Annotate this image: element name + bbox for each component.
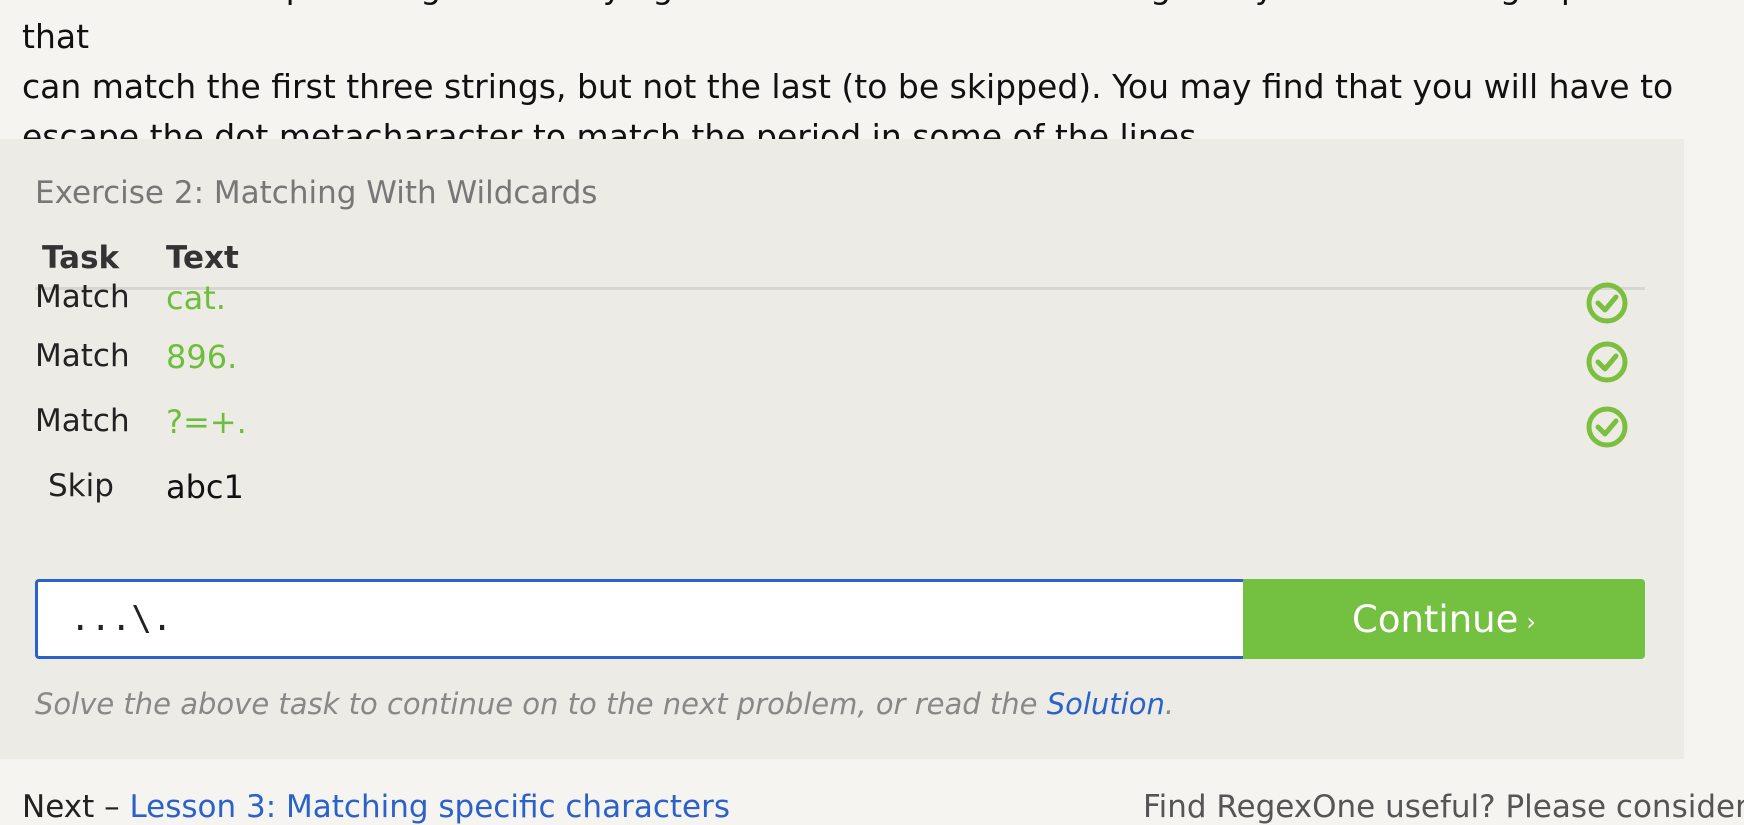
task-row: Match 896. [0,338,1684,398]
task-label: Skip [48,468,114,504]
exercise-panel: Exercise 2: Matching With Wildcards Task… [0,139,1684,759]
lesson-intro: Below are a couple strings with varying … [22,0,1722,162]
task-text: abc1 [166,468,244,506]
task-label: Match [35,403,130,439]
task-text: 896. [166,338,238,376]
intro-line-1: Below are a couple strings with varying … [22,0,1682,56]
exercise-title: Exercise 2: Matching With Wildcards [35,175,598,211]
solution-link[interactable]: Solution [1047,687,1165,721]
next-lesson: Next – Lesson 3: Matching specific chara… [22,789,730,825]
task-row: Match cat. [0,279,1684,339]
task-row: Match ?=+. [0,403,1684,463]
check-circle-icon [1586,341,1628,383]
task-text: cat. [166,279,226,317]
hint-suffix: . [1164,687,1175,721]
lesson-footer: Next – Lesson 3: Matching specific chara… [0,759,1744,825]
check-circle-icon [1586,406,1628,448]
chevron-right-icon: › [1526,607,1536,636]
task-label: Match [35,279,130,315]
continue-label: Continue [1352,598,1519,641]
support-text: Find RegexOne useful? Please consider [1143,789,1744,825]
task-label: Match [35,338,130,374]
regex-input[interactable] [35,579,1281,659]
next-prefix: Next – [22,789,130,825]
column-header-task: Task [42,240,120,276]
hint-prefix: Solve the above task to continue on to t… [35,687,1047,721]
next-lesson-link[interactable]: Lesson 3: Matching specific characters [129,789,730,825]
hint-text: Solve the above task to continue on to t… [35,687,1174,721]
intro-line-2: can match the first three strings, but n… [22,67,1674,106]
continue-button[interactable]: Continue › [1243,579,1645,659]
task-text: ?=+. [166,403,247,441]
answer-form: Continue› [35,579,1645,661]
task-row: Skip abc1 [0,468,1684,528]
column-header-text: Text [166,240,239,276]
check-circle-icon [1586,282,1628,324]
